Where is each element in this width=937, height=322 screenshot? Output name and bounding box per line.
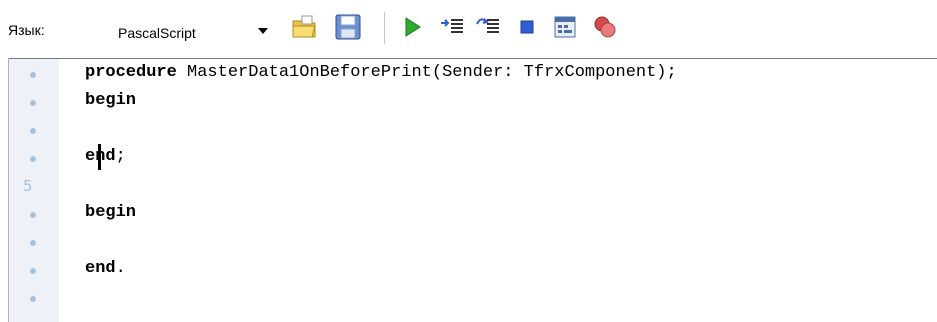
code-editor[interactable]: 5 procedure MasterData1OnBeforePrint(Sen… (0, 58, 937, 322)
gutter-row (9, 284, 59, 312)
code-line[interactable]: end. (85, 255, 126, 283)
code-text: ; (115, 147, 126, 166)
step-into-icon[interactable] (438, 12, 468, 42)
breakpoint-icon[interactable] (590, 12, 620, 42)
gutter-row (9, 256, 59, 284)
line-marker-dot (30, 156, 36, 162)
code-text: . (115, 259, 126, 278)
line-marker-dot (30, 268, 36, 274)
line-number: 5 (23, 177, 33, 195)
line-marker-dot (30, 100, 36, 106)
toolbar-separator (384, 12, 385, 44)
gutter-row (9, 88, 59, 116)
line-marker-dot (30, 128, 36, 134)
keyword: begin (85, 91, 137, 110)
language-label: Язык: (8, 22, 45, 38)
gutter-row (9, 144, 59, 172)
keyword: begin (85, 203, 137, 222)
keyword: procedure (85, 63, 177, 82)
chevron-down-icon[interactable] (258, 28, 268, 34)
code-text: MasterData1OnBeforePrint(Sender: TfrxCom… (176, 63, 677, 82)
gutter-row (9, 60, 59, 88)
save-icon[interactable] (333, 12, 363, 42)
code-line[interactable]: end; (85, 143, 126, 171)
run-icon[interactable] (398, 12, 428, 42)
line-marker-dot (30, 72, 36, 78)
line-number-gutter: 5 (9, 59, 59, 322)
script-toolbar: Язык: PascalScript (0, 0, 937, 58)
step-over-icon[interactable] (474, 12, 504, 42)
evaluate-icon[interactable] (550, 12, 580, 42)
keyword: end (85, 259, 116, 278)
code-line[interactable]: begin (85, 87, 136, 115)
line-marker-dot (30, 212, 36, 218)
gutter-row (9, 228, 59, 256)
gutter-row (9, 200, 59, 228)
language-select-value: PascalScript (118, 25, 196, 41)
gutter-row: 5 (9, 172, 59, 200)
line-marker-dot (30, 240, 36, 246)
stop-icon[interactable] (512, 12, 542, 42)
language-select[interactable]: PascalScript (110, 14, 275, 44)
text-caret (98, 144, 101, 170)
code-line[interactable]: begin (85, 199, 136, 227)
code-line[interactable]: procedure MasterData1OnBeforePrint(Sende… (85, 59, 677, 87)
line-marker-dot (30, 296, 36, 302)
open-folder-icon[interactable] (290, 12, 320, 42)
gutter-row (9, 116, 59, 144)
